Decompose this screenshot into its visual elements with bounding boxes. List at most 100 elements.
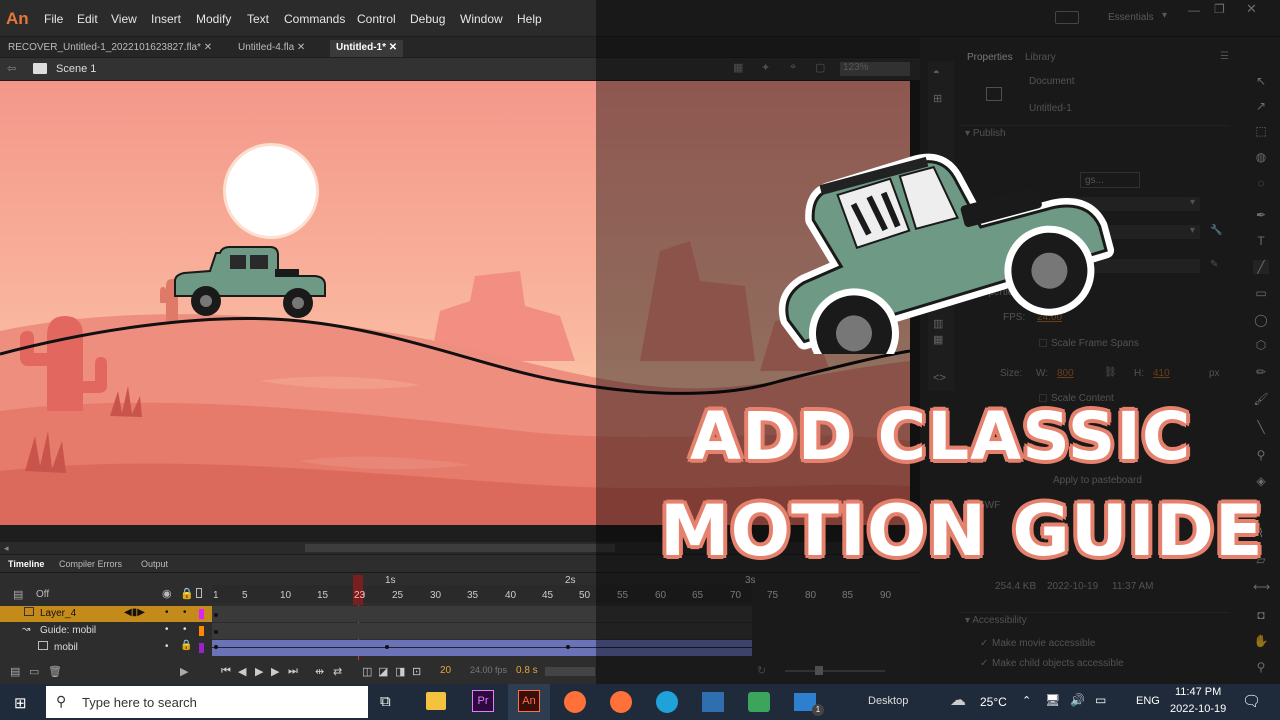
last-frame-icon[interactable]: ⏭ xyxy=(288,665,298,678)
refresh-icon[interactable]: ↻ xyxy=(757,664,766,677)
keyframe[interactable] xyxy=(214,630,218,634)
layer-row-mobil[interactable]: mobil • 🔒 xyxy=(0,640,212,656)
rectangle-tool-icon[interactable]: ▭ xyxy=(1253,286,1269,300)
zoom-tool-icon[interactable]: ⚲ xyxy=(1253,660,1269,674)
close-window-icon[interactable]: ✕ xyxy=(1246,1,1257,17)
onion-skin-icon[interactable]: ▤ xyxy=(13,588,23,601)
workspace-label[interactable]: Essentials xyxy=(1108,12,1154,23)
tab-properties[interactable]: Properties xyxy=(967,52,1013,63)
layer-color-swatch[interactable] xyxy=(199,609,204,619)
edit-symbols-icon[interactable]: ✦ xyxy=(761,61,770,74)
next-frame-icon[interactable]: ▶ xyxy=(271,665,279,678)
frame-size-slider[interactable] xyxy=(785,670,885,672)
layer-visible-dot[interactable]: • xyxy=(165,624,169,635)
edit-multiple-icon[interactable]: ◨ xyxy=(395,665,405,678)
notifications-icon[interactable]: 🗨 xyxy=(1242,692,1261,710)
width-value[interactable]: 800 xyxy=(1057,368,1074,379)
status-fps[interactable]: 24.00 fps xyxy=(470,665,507,675)
pencil-tool-icon[interactable]: ✏ xyxy=(1253,365,1269,379)
play-icon[interactable]: ▶ xyxy=(255,665,263,678)
center-frame-icon[interactable]: ⇹ xyxy=(315,665,324,678)
close-tab-icon[interactable]: ✕ xyxy=(204,42,212,53)
subselection-tool-icon[interactable]: ↗ xyxy=(1253,99,1269,113)
dropdown-arrow-icon[interactable]: ▾ xyxy=(1190,197,1195,208)
new-layer-icon[interactable]: ▤ xyxy=(10,665,20,678)
task-view-icon[interactable]: ⧉ xyxy=(380,693,391,710)
bone-tool-icon[interactable]: ⚲ xyxy=(1253,448,1269,462)
frame-track[interactable] xyxy=(212,623,752,639)
edge-icon[interactable] xyxy=(656,691,678,713)
wrench-icon[interactable]: 🔧 xyxy=(1210,225,1222,236)
clock-date[interactable]: 2022-10-19 xyxy=(1170,703,1226,715)
menu-commands[interactable]: Commands xyxy=(284,12,345,26)
clip-content-icon[interactable]: ▢ xyxy=(815,61,825,74)
code-snippets-icon[interactable]: <> xyxy=(933,372,946,384)
menu-debug[interactable]: Debug xyxy=(410,12,445,26)
pencil-icon[interactable]: ✎ xyxy=(1210,259,1218,270)
layer-color-swatch[interactable] xyxy=(199,643,204,653)
status-time[interactable]: 0.8 s xyxy=(516,665,538,676)
menu-window[interactable]: Window xyxy=(460,12,503,26)
firefox-icon[interactable] xyxy=(564,691,586,713)
animate-icon[interactable]: An xyxy=(518,690,540,712)
camera-tool-icon[interactable]: ◘ xyxy=(1253,608,1269,622)
app-icon[interactable] xyxy=(702,692,724,712)
panel-menu-icon[interactable]: ☰ xyxy=(1220,51,1229,62)
tab-output[interactable]: Output xyxy=(141,559,168,569)
menu-edit[interactable]: Edit xyxy=(77,12,98,26)
modify-markers-icon[interactable]: ⊡ xyxy=(412,665,421,678)
layer-name[interactable]: Guide: mobil xyxy=(40,625,96,636)
layer-row-layer4[interactable]: Layer_4 ◀▮▶ • • xyxy=(0,606,212,622)
layer-lock-dot[interactable]: • xyxy=(183,624,187,635)
accessibility-section-header[interactable]: ▾ Accessibility xyxy=(965,615,1027,626)
lasso-tool-icon[interactable]: ◌ xyxy=(1253,176,1269,190)
tween-span[interactable] xyxy=(212,640,752,656)
scroll-left-icon[interactable]: ◂ xyxy=(4,543,9,554)
layer-name[interactable]: Layer_4 xyxy=(40,608,76,619)
keyframe[interactable] xyxy=(566,645,570,649)
minimize-icon[interactable]: — xyxy=(1188,3,1200,17)
make-movie-accessible-checkbox[interactable]: ✓ xyxy=(980,638,988,649)
center-stage-icon[interactable]: ⌖ xyxy=(790,61,796,74)
layer-color-swatch[interactable] xyxy=(199,626,204,636)
oval-tool-icon[interactable]: ◯ xyxy=(1253,313,1269,327)
onion-mode-label[interactable]: Off xyxy=(36,589,49,600)
menu-control[interactable]: Control xyxy=(357,12,396,26)
keyframe[interactable] xyxy=(214,645,218,649)
width-tool-icon[interactable]: ⟷ xyxy=(1253,580,1270,594)
battery-icon[interactable]: ▭ xyxy=(1095,693,1106,707)
color-panel-icon[interactable]: ◓ xyxy=(933,67,940,79)
onion-outline-icon[interactable]: ◪ xyxy=(378,665,388,678)
layer-visible-dot[interactable]: • xyxy=(165,607,169,618)
show-hide-eye-icon[interactable]: ◉ xyxy=(162,587,172,600)
menu-view[interactable]: View xyxy=(111,12,137,26)
camera-icon[interactable]: ▶ xyxy=(180,665,188,678)
text-tool-icon[interactable]: T xyxy=(1253,234,1269,248)
pen-tool-icon[interactable]: ✒ xyxy=(1253,208,1269,222)
frame-size-thumb[interactable] xyxy=(815,666,823,675)
loop-icon[interactable]: ⇄ xyxy=(333,665,342,678)
edit-scene-icon[interactable]: ▦ xyxy=(733,61,743,74)
layer-row-guide[interactable]: ↝ Guide: mobil • • xyxy=(0,623,212,639)
menu-text[interactable]: Text xyxy=(247,12,269,26)
delete-layer-icon[interactable]: 🗑 xyxy=(48,665,62,678)
lock-icon[interactable]: 🔒 xyxy=(180,587,194,600)
weather-cloud-icon[interactable]: ☁ xyxy=(950,690,966,710)
status-frame[interactable]: 20 xyxy=(440,665,451,676)
keyframe-nav-icon[interactable]: ◀▮▶ xyxy=(124,607,145,618)
free-transform-tool-icon[interactable]: ⬚ xyxy=(1253,124,1269,138)
dropdown-arrow-icon[interactable]: ▾ xyxy=(1190,225,1195,236)
premiere-pro-icon[interactable]: Pr xyxy=(472,690,494,712)
desktop-label[interactable]: Desktop xyxy=(868,695,908,707)
close-tab-icon[interactable]: ✕ xyxy=(389,42,397,53)
weather-temp[interactable]: 25°C xyxy=(980,695,1007,709)
menu-help[interactable]: Help xyxy=(517,12,542,26)
hand-tool-icon[interactable]: ✋ xyxy=(1253,634,1269,648)
layer-lock-dot[interactable]: • xyxy=(183,607,187,618)
keyframe[interactable] xyxy=(385,645,389,649)
link-dimensions-icon[interactable]: ⛓ xyxy=(1104,367,1117,378)
tab-library[interactable]: Library xyxy=(1025,52,1056,63)
tab-untitled-1[interactable]: Untitled-1* ✕ xyxy=(330,40,404,57)
layer-visible-dot[interactable]: • xyxy=(165,641,169,652)
back-arrow-icon[interactable]: ⇦ xyxy=(7,62,16,75)
